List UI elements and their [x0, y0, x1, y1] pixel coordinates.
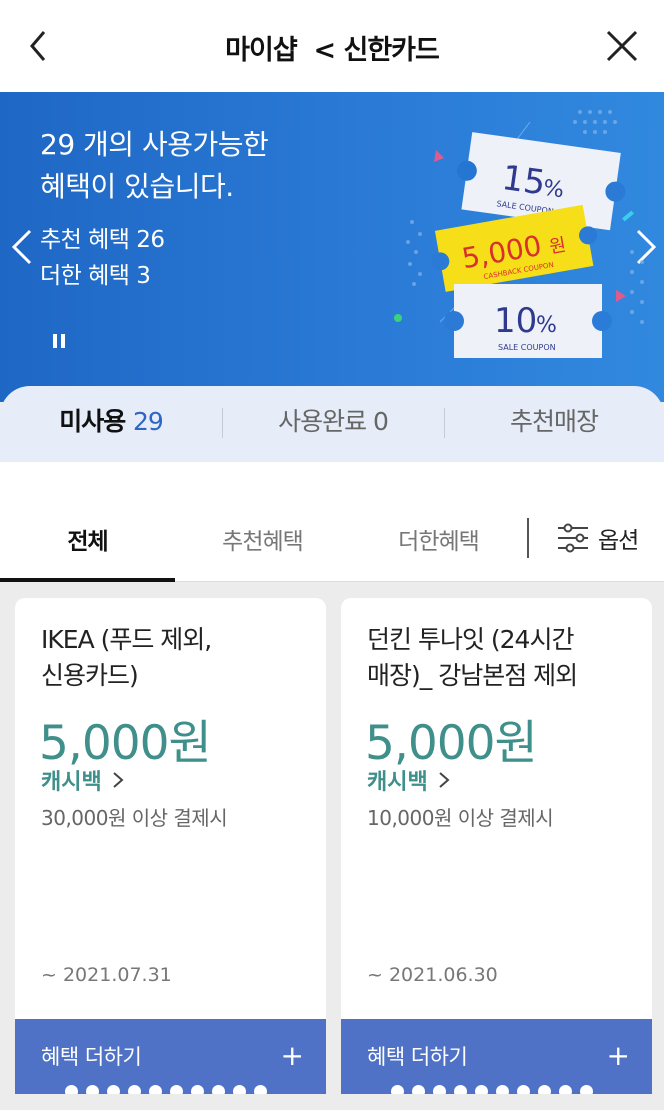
chevron-left-icon — [11, 229, 32, 265]
benefit-banner[interactable]: 29 개의 사용가능한 혜택이 있습니다. 추천 혜택 26 더한 혜택 3 1… — [0, 92, 664, 402]
card-amount: 5,000원 — [39, 716, 212, 771]
add-benefit-label: 혜택 더하기 — [367, 1045, 468, 1069]
benefit-filter-tabs: 전체 추천혜택 더한혜택 옵션 — [0, 462, 664, 582]
cashback-link[interactable]: 캐시백 — [41, 764, 124, 796]
tab-recommended-stores[interactable]: 추천매장 — [444, 386, 664, 462]
benefit-card[interactable]: 던킨 투나잇 (24시간 매장)_ 강남본점 제외 5,000원 캐시백 10,… — [341, 598, 652, 1094]
card-title: IKEA (푸드 제외, 신용카드) — [41, 622, 311, 694]
carousel-dots — [391, 1085, 593, 1094]
card-condition: 10,000원 이상 결제시 — [367, 806, 554, 830]
tab-added-benefits[interactable]: 더한혜택 — [350, 522, 527, 556]
options-label: 옵션 — [598, 528, 639, 554]
add-benefit-label: 혜택 더하기 — [41, 1045, 142, 1069]
card-title-line2: 매장)_ 강남본점 제외 — [367, 661, 578, 690]
card-amount: 5,000원 — [365, 716, 538, 771]
active-tab-indicator — [0, 578, 175, 582]
card-title-line2: 신용카드) — [41, 661, 139, 690]
svg-text:SALE COUPON: SALE COUPON — [498, 343, 556, 352]
card-title-line1: IKEA (푸드 제외, — [41, 625, 212, 654]
cashback-link[interactable]: 캐시백 — [367, 764, 450, 796]
tab-unused[interactable]: 미사용 29 — [0, 386, 222, 462]
card-type-label: 캐시백 — [41, 770, 102, 795]
chevron-right-icon — [113, 772, 124, 788]
card-condition: 30,000원 이상 결제시 — [41, 806, 228, 830]
svg-text:%: % — [536, 313, 557, 338]
plus-icon: + — [280, 1039, 304, 1072]
divider — [527, 518, 529, 558]
card-title-line1: 던킨 투나잇 (24시간 — [367, 625, 574, 654]
pause-icon — [53, 334, 57, 348]
banner-summary: 추천 혜택 26 더한 혜택 3 — [40, 222, 165, 294]
tab-recommended-benefits[interactable]: 추천혜택 — [175, 522, 350, 556]
tab-unused-label: 미사용 — [59, 407, 126, 436]
card-title: 던킨 투나잇 (24시간 매장)_ 강남본점 제외 — [367, 622, 637, 694]
banner-headline-line2: 혜택이 있습니다. — [40, 170, 234, 203]
added-benefit-count: 더한 혜택 3 — [40, 263, 151, 289]
carousel-dots — [65, 1085, 267, 1094]
coupon-10-value: 10 — [494, 301, 537, 341]
sliders-icon — [558, 523, 588, 553]
chevron-right-icon — [439, 772, 450, 788]
coupon-illustration: 15 % SALE COUPON 5,000 원 CASHBACK COUPON… — [394, 110, 644, 358]
plus-icon: + — [606, 1039, 630, 1072]
recommended-benefit-count: 추천 혜택 26 — [40, 227, 165, 253]
tab-unused-count: 29 — [132, 407, 164, 436]
usage-status-tabs: 미사용 29 사용완료 0 추천매장 — [0, 386, 664, 462]
close-button[interactable] — [602, 26, 642, 66]
card-expiry-date: ~ 2021.07.31 — [41, 964, 172, 986]
coupon-15-value: 15 — [499, 158, 547, 204]
options-button[interactable]: 옵션 — [556, 520, 639, 556]
card-expiry-date: ~ 2021.06.30 — [367, 964, 498, 986]
page-title: 마이샵 < 신한카드 — [225, 35, 440, 66]
benefit-card[interactable]: IKEA (푸드 제외, 신용카드) 5,000원 캐시백 30,000원 이상… — [15, 598, 326, 1094]
top-header: 마이샵 < 신한카드 — [0, 0, 664, 92]
banner-prev-button[interactable] — [8, 227, 36, 267]
banner-pause-button[interactable] — [50, 330, 70, 354]
add-benefit-button[interactable]: 혜택 더하기 + — [15, 1019, 326, 1094]
card-type-label: 캐시백 — [367, 770, 428, 795]
banner-headline-line1: 29 개의 사용가능한 — [40, 128, 269, 161]
tab-all[interactable]: 전체 — [0, 522, 175, 556]
add-benefit-button[interactable]: 혜택 더하기 + — [341, 1019, 652, 1094]
close-icon — [606, 30, 638, 62]
tab-used[interactable]: 사용완료 0 — [222, 386, 444, 462]
banner-headline: 29 개의 사용가능한 혜택이 있습니다. — [40, 124, 360, 208]
svg-text:%: % — [541, 176, 565, 204]
